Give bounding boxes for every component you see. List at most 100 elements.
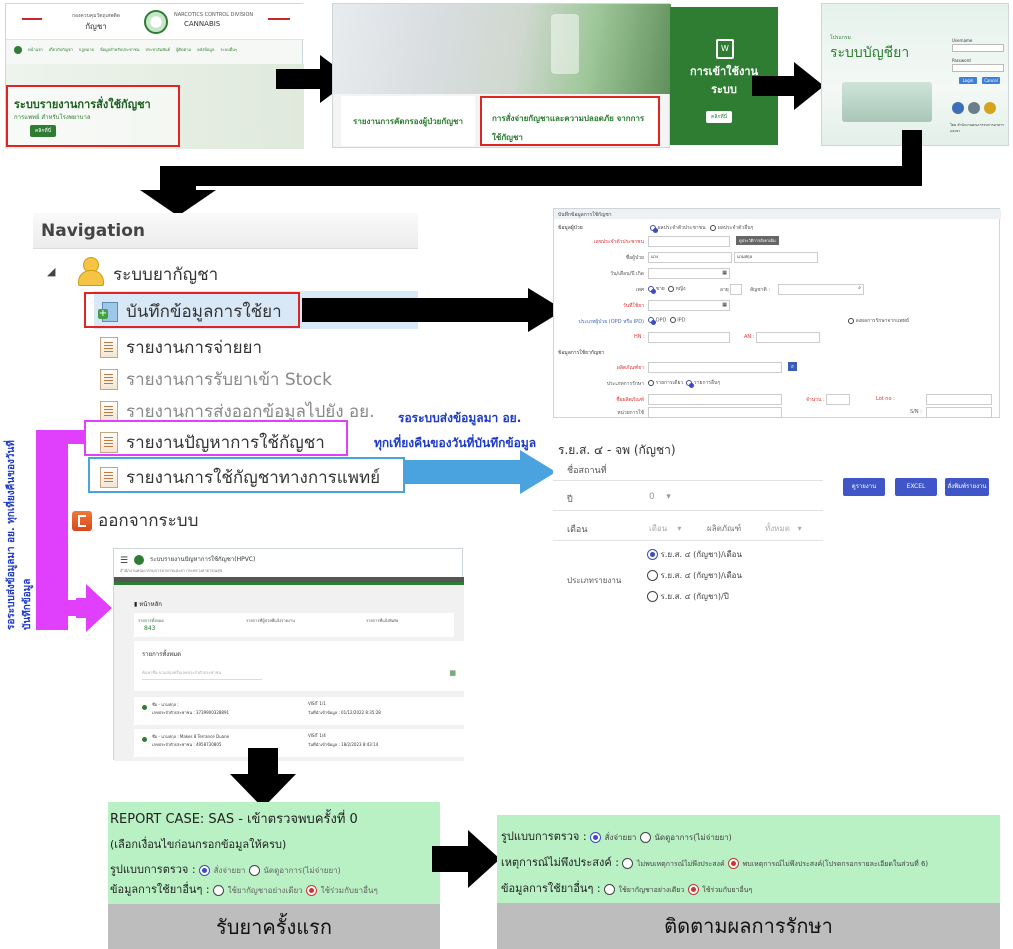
nav-item-problem-report[interactable]: รายงานปัญหาการใช้กัญชา (100, 429, 325, 456)
year-value: 0 (649, 492, 655, 502)
radio-adverse[interactable] (728, 857, 740, 869)
hamburger-menu-icon[interactable]: ☰ (120, 556, 128, 566)
nav-item-dispense-report[interactable]: รายงานการจ่ายยา (100, 334, 262, 361)
nav-item-label: บันทึกข้อมูลการใช้ยา (126, 302, 282, 322)
nav-item-stock-report[interactable]: รายงานการรับยาเข้า Stock (100, 366, 332, 393)
age-input[interactable] (730, 284, 742, 295)
radio-doctor-result[interactable] (848, 317, 854, 324)
radio-no-adverse[interactable] (622, 857, 634, 869)
username-label: Username (952, 38, 973, 43)
radio-male[interactable] (648, 285, 656, 294)
menu-item[interactable]: เกี่ยวกับกัญชา (49, 46, 73, 56)
grid-icon[interactable]: ▦ (449, 669, 456, 677)
radio-cannabis-only[interactable] (213, 884, 225, 896)
radio-observe[interactable] (248, 864, 260, 876)
arrow-connector-down-left (140, 130, 922, 216)
hpvc-home[interactable]: หน้าหลัก (139, 601, 162, 608)
lot-input[interactable] (926, 394, 992, 405)
hpvc-search-input[interactable]: ค้นหาชื่อ-นามสกุลหรือเลขประจำตัวประชาชน (142, 669, 262, 680)
dob-input[interactable]: ▦ (648, 268, 730, 279)
product-name-input[interactable] (648, 394, 782, 405)
dose-input[interactable] (648, 407, 782, 418)
banner-title: ระบบรายงานการสั่งใช้กัญชา (14, 98, 151, 111)
calendar-icon[interactable]: ▦ (722, 302, 727, 308)
month-select[interactable]: เดือน ▾ (649, 522, 681, 535)
cancel-button[interactable]: Cancel (982, 77, 1000, 84)
radio-followup-with-others[interactable] (687, 883, 699, 895)
navigation-root[interactable]: ระบบยากัญชา (113, 261, 218, 288)
calendar-icon[interactable]: ▦ (722, 270, 727, 276)
tab-all-label[interactable]: รายการทั้งหมด (138, 617, 164, 624)
print-report-button[interactable]: สั่งพิมพ์รายงาน (945, 478, 989, 496)
search-icon[interactable]: ⌕ (858, 285, 861, 291)
menu-item[interactable]: ข้อมูลสำหรับประชาชน (100, 46, 139, 56)
option-no-adverse: ไม่พบเหตุการณ์ไม่พึงประสงค์ (636, 860, 725, 868)
password-input[interactable] (952, 64, 1004, 72)
menu-item[interactable]: คลังข้อมูล (197, 46, 214, 56)
radio-other-id[interactable] (710, 224, 717, 231)
username-input[interactable] (952, 44, 1004, 52)
hn-input[interactable] (648, 332, 730, 343)
prefix-input[interactable]: นาง (648, 252, 732, 263)
drug-input[interactable] (648, 362, 782, 373)
date-input[interactable]: ▦ (648, 300, 730, 311)
drug-search-icon[interactable]: ⌕ (788, 362, 797, 371)
surname-input[interactable]: นามสกุล (734, 252, 818, 263)
menu-item[interactable]: หน้าแรก (28, 46, 43, 56)
radio-followup-cannabis-only[interactable] (604, 883, 616, 895)
hn-label: HN : (634, 334, 645, 340)
radio-ipd[interactable] (669, 317, 676, 323)
radio-monthly-1[interactable] (647, 549, 658, 560)
amount-input[interactable] (826, 394, 850, 405)
menu-item[interactable]: ผู้ติดตาม (176, 46, 191, 56)
option-dispense: สั่งจ่ายยา (213, 866, 246, 875)
table-row[interactable]: ชื่อ - นามสกุล : เลขประจำตัวประชาชน : 37… (134, 697, 464, 725)
banner-button[interactable]: คลิกที่นี่ (30, 125, 57, 137)
nav-logout[interactable]: ออกจากระบบ (72, 507, 198, 534)
view-report-button[interactable]: ดูรายงาน (843, 478, 885, 496)
login-footer: โดย สำนักงานคณะกรรมการอาหารและยา (950, 123, 1004, 133)
radio-followup-observe[interactable] (639, 831, 651, 843)
card-screening[interactable]: รายงานการคัดกรองผู้ป่วยกัญชา (353, 115, 463, 128)
magenta-arrow-right (76, 584, 112, 632)
radio-id-label: ผลประจำตัวประชาชน (657, 225, 706, 231)
product-select[interactable]: ทั้งหมด ▾ (765, 522, 802, 535)
radio-opd[interactable] (648, 317, 656, 325)
radio-female[interactable] (667, 285, 674, 292)
navigation-title: Navigation (41, 221, 145, 241)
radio-single[interactable] (648, 379, 654, 386)
case-footer: รับยาครั้งแรก (108, 904, 440, 949)
an-input[interactable] (756, 332, 820, 343)
product-label: ผลิตภัณฑ์ (707, 524, 742, 533)
table-row[interactable]: ชื่อ - นามสกุล : Makes 8 Terrance Duane … (134, 729, 464, 757)
radio-monthly-2[interactable] (647, 570, 658, 581)
menu-item[interactable]: ประชาสัมพันธ์ (145, 46, 170, 56)
menu-home-icon[interactable] (14, 46, 22, 54)
an-label: AN : (744, 334, 755, 340)
login-card-button[interactable]: คลิกที่นี่ (706, 111, 733, 123)
tab-patient-report[interactable]: รายการที่ผู้ป่วยที่แจ้งรายงาน (246, 617, 295, 624)
expand-triangle-icon[interactable]: ◢ (47, 265, 55, 278)
history-button[interactable]: ดูประวัติการสั่งยาเดิม (736, 236, 779, 245)
login-button[interactable]: Login (959, 77, 977, 84)
hpvc-screenshot: ☰ ระบบรายงานปัญหาการใช้กัญชา(HPVC) สำนัก… (113, 548, 464, 761)
radio-with-others[interactable] (306, 884, 318, 896)
menu-item[interactable]: ระบบอื่นๆ (220, 46, 237, 56)
radio-multiple[interactable] (686, 379, 695, 388)
excel-button[interactable]: EXCEL (895, 478, 937, 496)
sn-input[interactable] (926, 407, 992, 418)
id-input[interactable] (648, 236, 730, 247)
date-label: วันที่ใช้ยา (622, 303, 644, 309)
option-followup-cannabis-only: ใช้ยากัญชาอย่างเดียว (618, 886, 685, 894)
radio-id[interactable] (650, 224, 658, 233)
radio-dispense[interactable] (199, 864, 211, 876)
radio-followup-dispense[interactable] (590, 831, 602, 843)
menu-item[interactable]: กฎหมาย (79, 46, 94, 56)
nav-item-record[interactable]: + บันทึกข้อมูลการใช้ยา (98, 298, 282, 325)
place-label: ชื่อสถานที่ (567, 466, 607, 476)
year-select[interactable]: 0 ▾ (649, 492, 671, 502)
radio-yearly[interactable] (647, 591, 658, 602)
nav-item-medical-report[interactable]: รายงานการใช้กัญชาทางการแพทย์ (100, 464, 380, 491)
nationality-input[interactable]: ⌕ (778, 284, 864, 295)
tab-special[interactable]: รายการที่แจ้งพิเศษ (366, 617, 398, 624)
